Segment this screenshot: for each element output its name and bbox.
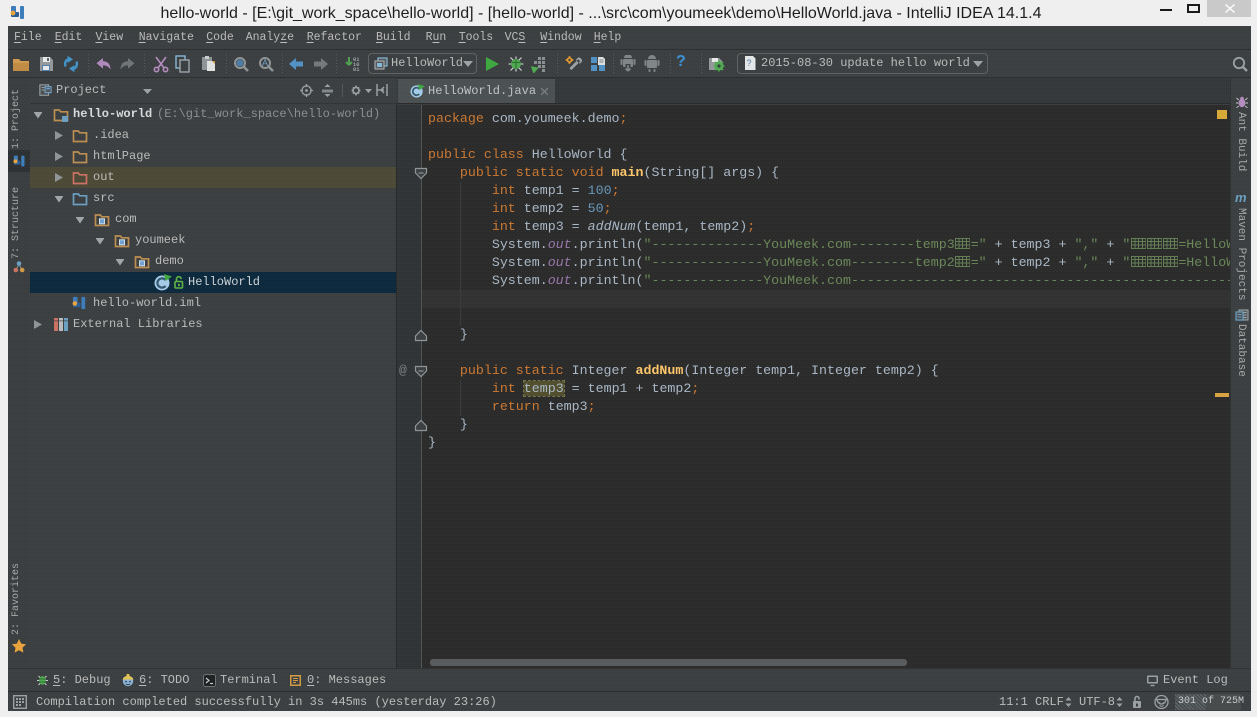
svg-text:01: 01: [353, 67, 359, 73]
svg-text:A: A: [262, 58, 268, 68]
svg-text:?: ?: [747, 58, 752, 68]
